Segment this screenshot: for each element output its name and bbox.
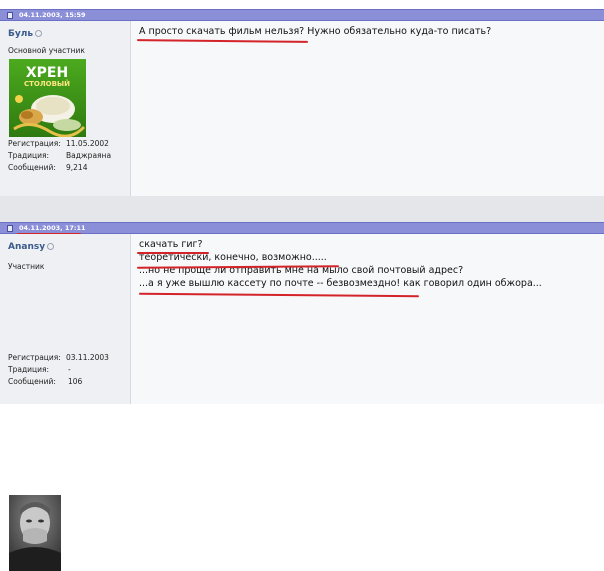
meta-value: 106 [68, 377, 83, 386]
username[interactable]: Буль [8, 29, 33, 39]
avatar-subtitle: СТОЛОВЫЙ [24, 79, 70, 88]
user-avatar [9, 495, 61, 571]
post-date: 04.11.2003, 15:59 [19, 11, 86, 19]
meta-label: Традиция: [8, 151, 50, 160]
user-rank: Основной участник [8, 46, 85, 55]
username-link[interactable]: Буль [8, 29, 43, 39]
post-header: 04.11.2003, 17:11 [0, 222, 604, 234]
message-line: скачать гиг? [139, 239, 203, 251]
message-text: как говорил один обжора... [400, 278, 542, 289]
post-separator [0, 196, 604, 222]
user-rank: Участник [8, 262, 45, 271]
forum-post: 04.11.2003, 17:11 Anansy Участник Регист… [0, 222, 604, 571]
message-line: ...а я уже вышлю кассету по почте -- без… [139, 278, 542, 290]
meta-value: 9,214 [66, 163, 88, 172]
message-text-highlighted: скачать гиг? [139, 239, 203, 250]
post-header: 04.11.2003, 15:59 [0, 9, 604, 21]
user-info-panel: Anansy Участник Регистрация: 03.11.2003 Т… [0, 234, 131, 404]
meta-value: - [68, 365, 71, 374]
meta-value: 03.11.2003 [66, 353, 109, 362]
username[interactable]: Anansy [8, 242, 45, 252]
avatar-title: ХРЕН [26, 65, 68, 81]
message-text-highlighted: А просто скачать фильм нельзя? [139, 26, 305, 37]
message-line: А просто скачать фильм нельзя? Нужно обя… [139, 26, 491, 38]
message-text: Нужно обязательно куда-то писать? [304, 26, 492, 37]
message-text: .... [314, 252, 327, 263]
meta-label: Регистрация: [8, 353, 61, 362]
meta-value: 11.05.2002 [66, 139, 109, 148]
post-document-icon [7, 225, 13, 232]
user-meta: Регистрация: 11.05.2002 Традиция: Ваджраян… [8, 138, 111, 174]
user-avatar: ХРЕН СТОЛОВЫЙ [9, 59, 86, 137]
forum-post: 04.11.2003, 15:59 Буль Основной участник… [0, 0, 604, 196]
message-panel: скачать гиг? теоретически, конечно, возм… [131, 234, 604, 404]
meta-label: Регистрация: [8, 139, 61, 148]
meta-label: Сообщений: [8, 377, 56, 386]
meta-value: Ваджраяна [66, 151, 112, 160]
message-text-highlighted: ...а я уже вышлю кассету по почте -- без… [139, 278, 401, 289]
meta-label: Сообщений: [8, 163, 56, 172]
post-document-icon [7, 12, 13, 19]
meta-label: Традиция: [8, 365, 50, 374]
username-link[interactable]: Anansy [8, 242, 55, 252]
offline-status-icon [47, 243, 55, 250]
message-panel: А просто скачать фильм нельзя? Нужно обя… [131, 21, 604, 196]
user-meta: Регистрация: 03.11.2003 Традиция: - Сообще… [8, 352, 109, 388]
red-annotation-underline [137, 252, 209, 254]
offline-status-icon [35, 30, 43, 37]
